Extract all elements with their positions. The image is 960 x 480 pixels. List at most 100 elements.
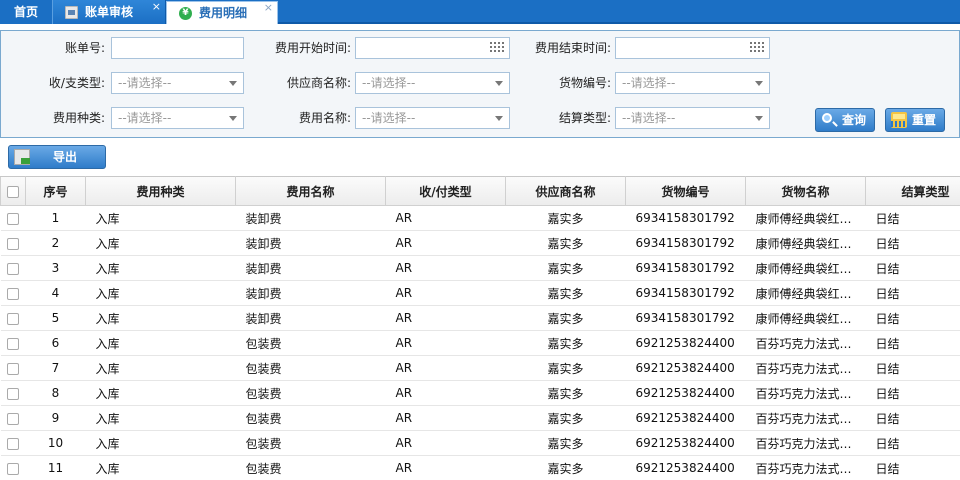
table-cell: 嘉实多 — [505, 405, 626, 431]
row-checkbox[interactable] — [7, 287, 19, 300]
table-cell: 4 — [25, 280, 86, 306]
row-checkbox-cell[interactable] — [0, 255, 26, 281]
select-all-checkbox[interactable] — [7, 185, 19, 198]
table-row[interactable]: 2 入库 装卸费 AR 嘉实多 6934158301792 康师傅经典袋红… 日结 — [0, 230, 960, 256]
table-header-row: 序号 费用种类 费用名称 收/付类型 供应商名称 货物编号 货物名称 结算类型 — [0, 176, 960, 206]
calendar-icon[interactable] — [490, 42, 504, 54]
table-cell: AR — [385, 455, 506, 480]
tab-fee-detail-label: 费用明细 — [199, 6, 248, 20]
row-checkbox-cell[interactable] — [0, 405, 26, 431]
column-header[interactable]: 收/付类型 — [385, 176, 506, 206]
column-header[interactable]: 供应商名称 — [505, 176, 626, 206]
table-cell: AR — [385, 205, 506, 231]
tab-home[interactable]: 首页 — [0, 0, 52, 24]
table-row[interactable]: 11 入库 包装费 AR 嘉实多 6921253824400 百芬巧克力法式… 日结 — [0, 455, 960, 480]
row-checkbox[interactable] — [7, 212, 19, 225]
column-header[interactable]: 结算类型 — [865, 176, 960, 206]
supplier-name-select[interactable]: --请选择-- — [355, 72, 510, 94]
chevron-down-icon — [495, 116, 503, 121]
row-checkbox[interactable] — [7, 462, 19, 475]
fee-name-value: --请选择-- — [362, 111, 416, 125]
row-checkbox-cell[interactable] — [0, 455, 26, 480]
table-cell: 嘉实多 — [505, 255, 626, 281]
table-cell: 2 — [25, 230, 86, 256]
export-button[interactable]: 导出 — [8, 145, 106, 169]
table-cell: 装卸费 — [235, 280, 386, 306]
row-checkbox[interactable] — [7, 237, 19, 250]
column-header[interactable]: 费用名称 — [235, 176, 386, 206]
column-header[interactable]: 货物名称 — [745, 176, 866, 206]
chevron-down-icon — [229, 81, 237, 86]
reset-button[interactable]: 重置 — [885, 108, 945, 132]
table-cell: 包装费 — [235, 455, 386, 480]
row-checkbox-cell[interactable] — [0, 230, 26, 256]
table-cell: 包装费 — [235, 355, 386, 381]
bill-no-input[interactable] — [111, 37, 244, 59]
settle-type-value: --请选择-- — [622, 111, 676, 125]
row-checkbox-cell[interactable] — [0, 330, 26, 356]
close-icon[interactable]: × — [264, 0, 273, 20]
table-cell: 装卸费 — [235, 205, 386, 231]
table-cell: 装卸费 — [235, 230, 386, 256]
row-checkbox-cell[interactable] — [0, 355, 26, 381]
table-row[interactable]: 7 入库 包装费 AR 嘉实多 6921253824400 百芬巧克力法式… 日结 — [0, 355, 960, 381]
fee-detail-table: 序号 费用种类 费用名称 收/付类型 供应商名称 货物编号 货物名称 结算类型 … — [0, 176, 960, 480]
tab-fee-detail[interactable]: ¥ 费用明细 × — [166, 1, 278, 24]
row-checkbox-cell[interactable] — [0, 280, 26, 306]
table-row[interactable]: 6 入库 包装费 AR 嘉实多 6921253824400 百芬巧克力法式… 日结 — [0, 330, 960, 356]
tab-bill-audit[interactable]: 账单审核 × — [52, 0, 166, 24]
column-header[interactable]: 序号 — [25, 176, 86, 206]
query-button[interactable]: 查询 — [815, 108, 875, 132]
table-cell: 6 — [25, 330, 86, 356]
row-checkbox-cell[interactable] — [0, 380, 26, 406]
row-checkbox-cell[interactable] — [0, 430, 26, 456]
in-out-type-value: --请选择-- — [118, 76, 172, 90]
column-header[interactable]: 费用种类 — [85, 176, 236, 206]
row-checkbox[interactable] — [7, 262, 19, 275]
table-cell: 嘉实多 — [505, 330, 626, 356]
table-cell: 百芬巧克力法式… — [745, 355, 866, 381]
fee-kind-label: 费用种类: — [52, 111, 105, 125]
row-checkbox[interactable] — [7, 312, 19, 325]
table-cell: 6921253824400 — [625, 430, 746, 456]
settle-type-label: 结算类型: — [558, 111, 611, 125]
row-checkbox[interactable] — [7, 437, 19, 450]
fee-kind-select[interactable]: --请选择-- — [111, 107, 244, 129]
table-row[interactable]: 5 入库 装卸费 AR 嘉实多 6934158301792 康师傅经典袋红… 日结 — [0, 305, 960, 331]
calendar-icon[interactable] — [750, 42, 764, 54]
yen-icon: ¥ — [179, 7, 192, 20]
row-checkbox[interactable] — [7, 387, 19, 400]
row-checkbox[interactable] — [7, 412, 19, 425]
table-row[interactable]: 3 入库 装卸费 AR 嘉实多 6934158301792 康师傅经典袋红… 日结 — [0, 255, 960, 281]
select-all-checkbox-cell[interactable] — [0, 176, 26, 206]
row-checkbox[interactable] — [7, 362, 19, 375]
fee-start-date-input[interactable] — [355, 37, 510, 59]
row-checkbox-cell[interactable] — [0, 205, 26, 231]
in-out-type-select[interactable]: --请选择-- — [111, 72, 244, 94]
reset-button-label: 重置 — [912, 113, 937, 127]
table-row[interactable]: 10 入库 包装费 AR 嘉实多 6921253824400 百芬巧克力法式… 日结 — [0, 430, 960, 456]
goods-no-value: --请选择-- — [622, 76, 676, 90]
document-icon — [65, 6, 78, 19]
row-checkbox-cell[interactable] — [0, 305, 26, 331]
column-header[interactable]: 货物编号 — [625, 176, 746, 206]
table-cell: 日结 — [865, 305, 960, 331]
supplier-name-value: --请选择-- — [362, 76, 416, 90]
table-cell: 6934158301792 — [625, 230, 746, 256]
table-cell: 百芬巧克力法式… — [745, 430, 866, 456]
row-checkbox[interactable] — [7, 337, 19, 350]
goods-no-select[interactable]: --请选择-- — [615, 72, 770, 94]
fee-name-select[interactable]: --请选择-- — [355, 107, 510, 129]
table-cell: 10 — [25, 430, 86, 456]
table-cell: 百芬巧克力法式… — [745, 455, 866, 480]
table-row[interactable]: 9 入库 包装费 AR 嘉实多 6921253824400 百芬巧克力法式… 日结 — [0, 405, 960, 431]
fee-end-date-input[interactable] — [615, 37, 770, 59]
table-cell: AR — [385, 230, 506, 256]
close-icon[interactable]: × — [152, 0, 161, 19]
table-row[interactable]: 8 入库 包装费 AR 嘉实多 6921253824400 百芬巧克力法式… 日结 — [0, 380, 960, 406]
table-row[interactable]: 1 入库 装卸费 AR 嘉实多 6934158301792 康师傅经典袋红… 日结 — [0, 205, 960, 231]
table-cell: 入库 — [85, 330, 236, 356]
goods-no-label: 货物编号: — [558, 76, 611, 90]
table-row[interactable]: 4 入库 装卸费 AR 嘉实多 6934158301792 康师傅经典袋红… 日结 — [0, 280, 960, 306]
settle-type-select[interactable]: --请选择-- — [615, 107, 770, 129]
